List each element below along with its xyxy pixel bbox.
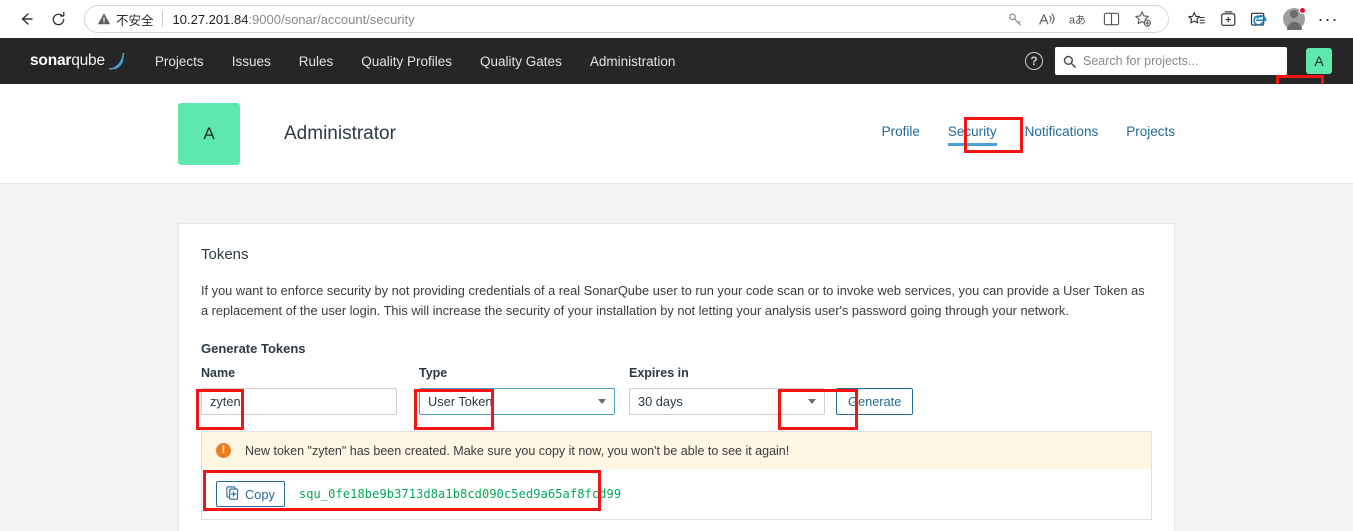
logo-light-text: qube [71, 52, 105, 69]
url-path: :9000/sonar/account/security [248, 11, 415, 27]
type-select[interactable]: User Token [419, 388, 615, 415]
card-title: Tokens [201, 246, 249, 263]
back-button[interactable] [10, 3, 42, 35]
favorites-icon[interactable] [1181, 5, 1211, 33]
token-row: Copy squ_0fe18be9b3713d8a1b8cd090c5ed9a6… [202, 469, 1151, 519]
reload-button[interactable] [42, 3, 74, 35]
profile-avatar-large: A [178, 102, 240, 165]
sonarqube-navbar: sonarqube Projects Issues Rules Quality … [0, 38, 1353, 123]
expires-field-group: Expires in 30 days [629, 366, 825, 415]
tokens-card: Tokens If you want to enforce security b… [178, 223, 1175, 531]
nav-link-quality-profiles[interactable]: Quality Profiles [361, 54, 452, 69]
tab-notifications[interactable]: Notifications [1025, 124, 1099, 146]
tab-profile[interactable]: Profile [882, 124, 920, 146]
warning-icon: ! [216, 443, 231, 458]
profile-tabs: Profile Security Notifications Projects [882, 122, 1175, 146]
name-field-group: Name zyten [201, 366, 397, 415]
profile-header: A Administrator Profile Security Notific… [0, 84, 1353, 184]
url-host: 10.27.201.84 [172, 11, 249, 27]
generate-button[interactable]: Generate [836, 388, 914, 415]
name-input[interactable]: zyten [201, 388, 397, 415]
tab-security[interactable]: Security [947, 124, 997, 146]
chevron-down-icon [808, 399, 816, 404]
nav-link-administration[interactable]: Administration [590, 54, 676, 69]
name-label: Name [201, 366, 236, 380]
profile-avatar[interactable] [1279, 4, 1309, 34]
url-text: 10.27.201.84:9000/sonar/account/security [173, 12, 415, 27]
key-icon[interactable] [1000, 5, 1030, 33]
type-label: Type [419, 366, 448, 380]
page-title: Administrator [284, 122, 396, 144]
search-input[interactable]: Search for projects... [1055, 47, 1287, 75]
split-screen-icon[interactable] [1096, 5, 1126, 33]
not-secure-label: 不安全 [116, 13, 154, 28]
generate-token-form: Name zyten Type User Token Expires in 30… [196, 366, 1152, 430]
browser-toolbar: 不安全 10.27.201.84:9000/sonar/account/secu… [0, 0, 1353, 38]
type-select-value: User Token [428, 394, 493, 409]
card-description: If you want to enforce security by not p… [201, 283, 1145, 318]
browser-menu-button[interactable]: ··· [1313, 5, 1343, 33]
expires-select-value: 30 days [638, 394, 683, 409]
translate-icon[interactable]: aあ [1064, 5, 1094, 33]
ie-mode-icon[interactable] [1245, 5, 1275, 33]
help-icon[interactable]: ? [1025, 52, 1043, 70]
navbar-avatar-button[interactable]: A [1299, 41, 1339, 81]
copy-button[interactable]: Copy [216, 481, 285, 507]
omnibox-actions: aあ [1000, 5, 1158, 33]
read-aloud-icon[interactable] [1032, 5, 1062, 33]
address-bar[interactable]: 不安全 10.27.201.84:9000/sonar/account/secu… [84, 5, 1169, 33]
expires-select[interactable]: 30 days [629, 388, 825, 415]
copy-label: Copy [245, 486, 275, 502]
nav-link-projects[interactable]: Projects [155, 54, 204, 69]
expires-label: Expires in [629, 366, 689, 380]
token-alert: ! New token "zyten" has been created. Ma… [202, 432, 1151, 469]
copy-icon [226, 485, 239, 503]
add-favorite-icon[interactable] [1128, 5, 1158, 33]
omnibox-divider [161, 11, 163, 27]
token-alert-text: New token "zyten" has been created. Make… [245, 443, 790, 458]
page-body: Tokens If you want to enforce security b… [0, 184, 1353, 531]
logo-bold-text: sonar [30, 52, 72, 69]
nav-links: Projects Issues Rules Quality Profiles Q… [155, 54, 675, 69]
sonarqube-logo[interactable]: sonarqube [30, 50, 127, 72]
navbar-right: ? Search for projects... A [1025, 41, 1339, 81]
chevron-down-icon [598, 399, 606, 404]
token-result-panel: ! New token "zyten" has been created. Ma… [201, 431, 1152, 520]
navbar-avatar: A [1306, 48, 1332, 74]
not-secure-warning-icon [97, 12, 111, 26]
tab-projects[interactable]: Projects [1126, 124, 1175, 146]
nav-link-quality-gates[interactable]: Quality Gates [480, 54, 562, 69]
search-icon [1063, 55, 1076, 68]
svg-text:aあ: aあ [1069, 13, 1086, 26]
profile-notification-dot [1299, 7, 1306, 14]
nav-link-rules[interactable]: Rules [299, 54, 334, 69]
generate-tokens-heading: Generate Tokens [201, 341, 306, 356]
collections-icon[interactable] [1213, 5, 1243, 33]
token-value: squ_0fe18be9b3713d8a1b8cd090c5ed9a65af8f… [298, 487, 622, 501]
nav-link-issues[interactable]: Issues [232, 54, 271, 69]
sonarqube-swoosh-icon [107, 50, 127, 72]
search-placeholder: Search for projects... [1083, 54, 1199, 68]
type-field-group: Type User Token [419, 366, 615, 415]
browser-actions: ··· [1175, 4, 1343, 34]
